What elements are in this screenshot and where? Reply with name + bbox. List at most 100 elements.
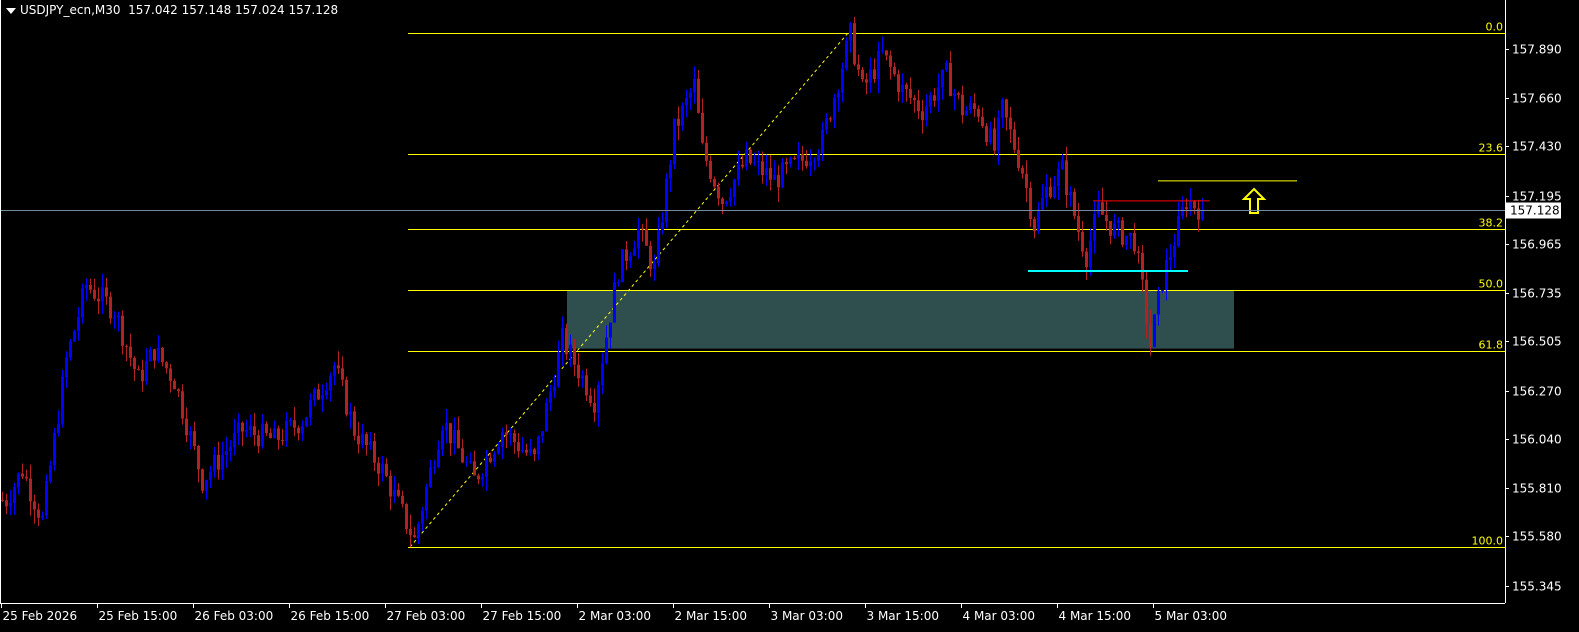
candle xyxy=(577,352,580,387)
candle xyxy=(897,69,900,102)
candle-body xyxy=(1029,187,1032,220)
candle-body xyxy=(645,228,648,246)
candle xyxy=(1049,177,1052,199)
candle xyxy=(957,91,960,100)
candle-body xyxy=(681,105,684,126)
candle xyxy=(1109,220,1112,245)
candle xyxy=(113,311,116,329)
candle-body xyxy=(969,103,972,111)
candle-body xyxy=(1129,232,1132,236)
fib-level-label: 23.6 xyxy=(1479,142,1504,155)
candle-body xyxy=(297,427,300,434)
candle-body xyxy=(525,449,528,453)
candle-body xyxy=(397,489,400,496)
candle xyxy=(513,429,516,454)
candle-body xyxy=(413,535,416,538)
candle xyxy=(925,94,928,127)
candle-body xyxy=(657,230,660,264)
candle xyxy=(921,99,924,134)
candle-body xyxy=(193,431,196,447)
candle xyxy=(385,458,388,478)
candle xyxy=(953,88,956,111)
candle xyxy=(729,188,732,207)
candle-body xyxy=(925,106,928,121)
candle xyxy=(909,77,912,105)
candle xyxy=(409,514,412,548)
candle xyxy=(101,273,104,315)
candle-body xyxy=(921,111,924,121)
candle xyxy=(1065,146,1068,208)
candle-body xyxy=(605,337,608,364)
candle xyxy=(553,374,556,398)
candle-body xyxy=(277,428,280,440)
candle-body xyxy=(1201,209,1204,220)
candle-body xyxy=(977,108,980,117)
candle-body xyxy=(233,432,236,448)
candle xyxy=(29,464,32,516)
x-tick-label: 3 Mar 03:00 xyxy=(771,609,844,623)
candle-body xyxy=(1121,220,1124,245)
candle-body xyxy=(93,289,96,299)
candle-body xyxy=(149,349,152,362)
x-tick-label: 25 Feb 15:00 xyxy=(99,609,178,623)
candle xyxy=(397,483,400,498)
candle-body xyxy=(817,153,820,161)
candle xyxy=(881,36,884,54)
candle-body xyxy=(713,178,716,187)
candle-body xyxy=(41,515,44,518)
candle-body xyxy=(821,129,824,154)
candle-body xyxy=(429,467,432,487)
dropdown-triangle-icon[interactable] xyxy=(6,7,16,14)
candle xyxy=(373,432,376,472)
candle xyxy=(825,113,828,135)
candle-body xyxy=(341,368,344,380)
candle xyxy=(353,406,356,441)
candle xyxy=(645,218,648,246)
candle-body xyxy=(253,426,256,436)
candle-body xyxy=(181,391,184,419)
candle-body xyxy=(965,110,968,116)
candle-body xyxy=(197,446,200,470)
candle-body xyxy=(145,361,148,382)
candle-body xyxy=(61,376,64,424)
candle xyxy=(229,439,232,462)
candle-body xyxy=(25,476,28,479)
candle xyxy=(221,441,224,480)
candle-body xyxy=(497,447,500,454)
candle xyxy=(1037,201,1040,235)
candle-body xyxy=(905,84,908,90)
candle xyxy=(265,421,268,436)
candle xyxy=(529,438,532,456)
fib-level-label: 0.0 xyxy=(1486,21,1504,34)
candle xyxy=(357,422,360,454)
candle-body xyxy=(73,331,76,342)
candle-body xyxy=(557,352,560,387)
candle-body xyxy=(1125,235,1128,245)
candle xyxy=(713,176,716,189)
current-price-label: 157.128 xyxy=(1510,204,1560,218)
candle-body xyxy=(997,117,1000,151)
candle xyxy=(969,95,972,114)
candle xyxy=(633,241,636,257)
candle xyxy=(1197,199,1200,232)
candle xyxy=(233,419,236,456)
candle-body xyxy=(17,473,20,488)
candle xyxy=(177,387,180,398)
candle-body xyxy=(137,369,140,371)
candle-body xyxy=(329,375,332,391)
candle-body xyxy=(269,433,272,439)
candle-body xyxy=(129,346,132,358)
candle xyxy=(1081,220,1084,257)
candle-body xyxy=(357,435,360,445)
candle-body xyxy=(973,103,976,109)
price-chart[interactable]: 0.0 23.6 38.2 50.0 61.8 100.0 157.890 157.660 1… xyxy=(0,0,1579,632)
candle xyxy=(493,451,496,467)
candle xyxy=(185,407,188,443)
candle-body xyxy=(709,160,712,179)
candle-body xyxy=(57,423,60,434)
candle-body xyxy=(477,475,480,480)
candle-body xyxy=(917,100,920,112)
candle xyxy=(597,381,600,427)
candle xyxy=(65,351,68,389)
candle-body xyxy=(1065,160,1068,196)
